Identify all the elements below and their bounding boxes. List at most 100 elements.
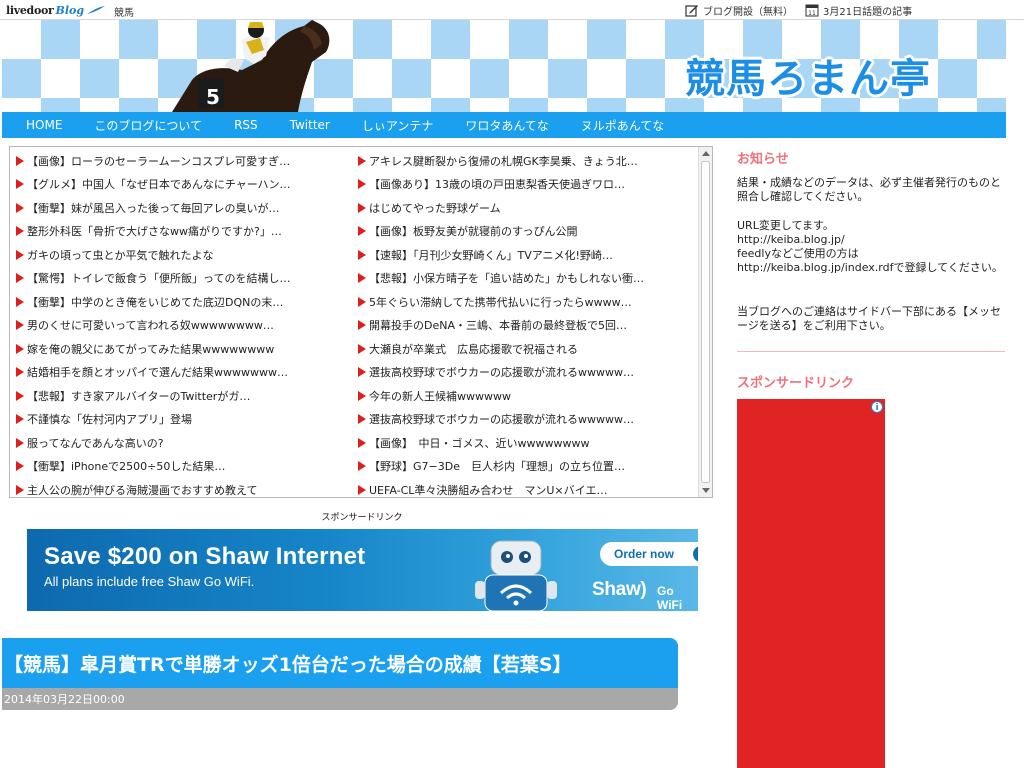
livedoor-blog-logo[interactable]: livedoor Blog	[6, 2, 106, 18]
bullet-triangle-icon	[358, 296, 366, 307]
list-item[interactable]: 主人公の腕が伸びる海賊漫画でおすすめ教えて	[16, 478, 356, 497]
bullet-triangle-icon	[358, 437, 366, 448]
bullet-triangle-icon	[16, 367, 24, 378]
list-item[interactable]: 【悲報】小保方晴子を「追い詰めた」かもしれない衝…	[358, 267, 698, 291]
list-item[interactable]: 【速報】「月刊少女野崎くん」TVアニメ化!野崎…	[358, 243, 698, 267]
scroll-up-arrow-icon[interactable]	[702, 151, 710, 156]
nav-shii-antenna[interactable]: しぃアンテナ	[338, 117, 434, 134]
nav-twitter[interactable]: Twitter	[266, 118, 330, 132]
headline-text: 選抜高校野球でボウカーの応援歌が流れるwwwww…	[369, 366, 634, 380]
order-now-label: Order now	[614, 547, 675, 561]
notice-text-3: feedlyなどご使用の方は	[737, 247, 859, 260]
global-nav: HOME このブログについて RSS Twitter しぃアンテナ ワロタあんて…	[2, 112, 1006, 138]
list-item[interactable]: 嫁を俺の親父にあてがってみた結果wwwwwwww	[16, 337, 356, 361]
bullet-triangle-icon	[358, 202, 366, 213]
shaw-ad-banner[interactable]: Save $200 on Shaw Internet All plans inc…	[27, 529, 698, 611]
list-item[interactable]: 【画像】板野友美が就寝前のすっぴん公開	[358, 220, 698, 244]
list-item[interactable]: UEFA-CL準々決勝組み合わせ マンU×バイエ…	[358, 478, 698, 497]
bullet-triangle-icon	[16, 273, 24, 284]
headline-text: アキレス腱断裂から復帰の札幌GK李昊乗、きょう北…	[369, 154, 638, 168]
list-item[interactable]: アキレス腱断裂から復帰の札幌GK李昊乗、きょう北…	[358, 149, 698, 173]
list-item[interactable]: 選抜高校野球でボウカーの応援歌が流れるwwwww…	[358, 408, 698, 432]
nav-nurupo-antenna[interactable]: ヌルポあんてな	[557, 117, 664, 134]
headline-text: はじめてやった野球ゲーム	[369, 201, 501, 215]
headline-text: 5年ぐらい滞納してた携帯代払いに行ったらwwww…	[369, 295, 632, 309]
headline-text: 【衝撃】iPhoneで2500÷50した結果…	[27, 460, 226, 474]
headline-text: 【悲報】すき家アルバイターのTwitterがガ…	[27, 389, 251, 403]
list-item[interactable]: 【野球】G7−3De 巨人杉内「理想」の立ち位置…	[358, 455, 698, 479]
blog-header[interactable]: 5 競馬ろまん亭	[2, 20, 1006, 112]
bullet-triangle-icon	[16, 320, 24, 331]
list-item[interactable]: 結婚相手を顔とオッパイで選んだ結果wwwwwww…	[16, 361, 356, 385]
list-item[interactable]: 【画像】ローラのセーラームーンコスプレ可愛すぎ…	[16, 149, 356, 173]
bullet-triangle-icon	[16, 226, 24, 237]
headline-text: 結婚相手を顔とオッパイで選んだ結果wwwwwww…	[27, 366, 288, 380]
headline-text: 【画像】板野友美が就寝前のすっぴん公開	[369, 225, 578, 239]
nav-warota-antenna[interactable]: ワロタあんてな	[441, 117, 548, 134]
play-arrow-icon	[693, 546, 698, 562]
bullet-triangle-icon	[358, 249, 366, 260]
nav-rss[interactable]: RSS	[210, 118, 258, 132]
list-item[interactable]: 【画像】 中日・ゴメス、近いwwwwwwww	[358, 431, 698, 455]
bullet-triangle-icon	[16, 390, 24, 401]
bullet-triangle-icon	[358, 414, 366, 425]
bullet-triangle-icon	[16, 484, 24, 495]
notice-text-1: 結果・成績などのデータは、必ず主催者発行のものと照合し確認してください。	[737, 176, 1001, 203]
list-item[interactable]: 【驚愕】トイレで飯食う「便所飯」ってのを結構し…	[16, 267, 356, 291]
headline-text: 【驚愕】トイレで飯食う「便所飯」ってのを結構し…	[27, 272, 291, 286]
bullet-triangle-icon	[358, 226, 366, 237]
create-blog-label: ブログ開設（無料）	[703, 6, 793, 18]
topic-articles-label: 3月21日話題の記事	[823, 6, 913, 18]
calendar-icon: 11	[805, 4, 819, 17]
list-item[interactable]: 【画像あり】13歳の頃の戸田恵梨香天使過ぎワロ…	[358, 173, 698, 197]
article-title[interactable]: 【競馬】皐月賞TRで単勝オッズ1倍台だった場合の成績【若葉S】	[2, 638, 678, 688]
list-item[interactable]: 服ってなんであんな高いの?	[16, 431, 356, 455]
headline-scrollbar[interactable]	[698, 147, 712, 497]
notice-url-1[interactable]: http://keiba.blog.jp/	[737, 233, 1007, 247]
blog-logo-text: Blog	[55, 3, 85, 17]
topic-articles-link[interactable]: 11 3月21日話題の記事	[805, 2, 912, 18]
list-item[interactable]: ガキの頃って虫とか平気で触れたよな	[16, 243, 356, 267]
list-item[interactable]: 大瀬良が卒業式 広島応援歌で祝福される	[358, 337, 698, 361]
bullet-triangle-icon	[358, 390, 366, 401]
list-item[interactable]: 【グルメ】中国人「なぜ日本であんなにチャーハン…	[16, 173, 356, 197]
ad-info-icon[interactable]: i	[871, 401, 883, 413]
list-item[interactable]: 今年の新人王候補wwwwww	[358, 384, 698, 408]
order-now-button[interactable]: Order now	[600, 542, 698, 566]
list-item[interactable]: 整形外科医「骨折で大げさなww痛がりですか?」…	[16, 220, 356, 244]
sidebar-ad-block[interactable]: i	[737, 399, 885, 768]
nav-about[interactable]: このブログについて	[70, 117, 202, 134]
headline-text: 嫁を俺の親父にあてがってみた結果wwwwwwww	[27, 342, 275, 356]
headline-list-box[interactable]: 【画像】ローラのセーラームーンコスプレ可愛すぎ… 【グルメ】中国人「なぜ日本であ…	[9, 146, 713, 498]
headline-text: 【グルメ】中国人「なぜ日本であんなにチャーハン…	[27, 178, 291, 192]
notice-text-2: URL変更してます。	[737, 219, 834, 232]
list-item[interactable]: 【悲報】すき家アルバイターのTwitterがガ…	[16, 384, 356, 408]
list-item[interactable]: 男のくせに可愛いって言われる奴wwwwwwww…	[16, 314, 356, 338]
create-blog-link[interactable]: ブログ開設（無料）	[685, 2, 793, 18]
headline-text: 主人公の腕が伸びる海賊漫画でおすすめ教えて	[27, 483, 258, 497]
list-item[interactable]: 5年ぐらい滞納してた携帯代払いに行ったらwwww…	[358, 290, 698, 314]
scroll-down-arrow-icon[interactable]	[702, 488, 710, 493]
list-item[interactable]: 不謹慎な「佐村河内アプリ」登場	[16, 408, 356, 432]
notice-text-4: 当ブログへのご連絡はサイドバー下部にある【メッセージを送る】をご利用下さい。	[737, 305, 1001, 332]
bullet-triangle-icon	[358, 343, 366, 354]
category-link[interactable]: 競馬	[114, 4, 134, 19]
headline-text: 大瀬良が卒業式 広島応援歌で祝福される	[369, 342, 578, 356]
notice-url-2[interactable]: http://keiba.blog.jp/index.rdfで登録してください。	[737, 261, 1007, 275]
list-item[interactable]: 【衝撃】妹が風呂入った後って毎回アレの臭いが…	[16, 196, 356, 220]
blog-title[interactable]: 競馬ろまん亭	[685, 46, 931, 104]
list-item[interactable]: 【衝撃】iPhoneで2500÷50した結果…	[16, 455, 356, 479]
go-wifi-logo: Go WiFi	[657, 584, 683, 611]
list-item[interactable]: 選抜高校野球でボウカーの応援歌が流れるwwwww…	[358, 361, 698, 385]
sponsor-heading: スポンサードリンク	[737, 376, 855, 391]
list-item[interactable]: 【衝撃】中学のとき俺をいじめてた底辺DQNの末…	[16, 290, 356, 314]
headline-text: 今年の新人王候補wwwwww	[369, 389, 511, 403]
headline-text: 【悲報】小保方晴子を「追い詰めた」かもしれない衝…	[369, 272, 644, 286]
headline-text: 整形外科医「骨折で大げさなww痛がりですか?」…	[27, 225, 282, 239]
nav-home[interactable]: HOME	[2, 118, 62, 132]
headline-text: 【速報】「月刊少女野崎くん」TVアニメ化!野崎…	[369, 248, 613, 262]
list-item[interactable]: はじめてやった野球ゲーム	[358, 196, 698, 220]
headline-text: 【衝撃】中学のとき俺をいじめてた底辺DQNの末…	[27, 295, 284, 309]
scroll-thumb[interactable]	[701, 161, 710, 483]
list-item[interactable]: 開幕投手のDeNA・三嶋、本番前の最終登板で5回…	[358, 314, 698, 338]
